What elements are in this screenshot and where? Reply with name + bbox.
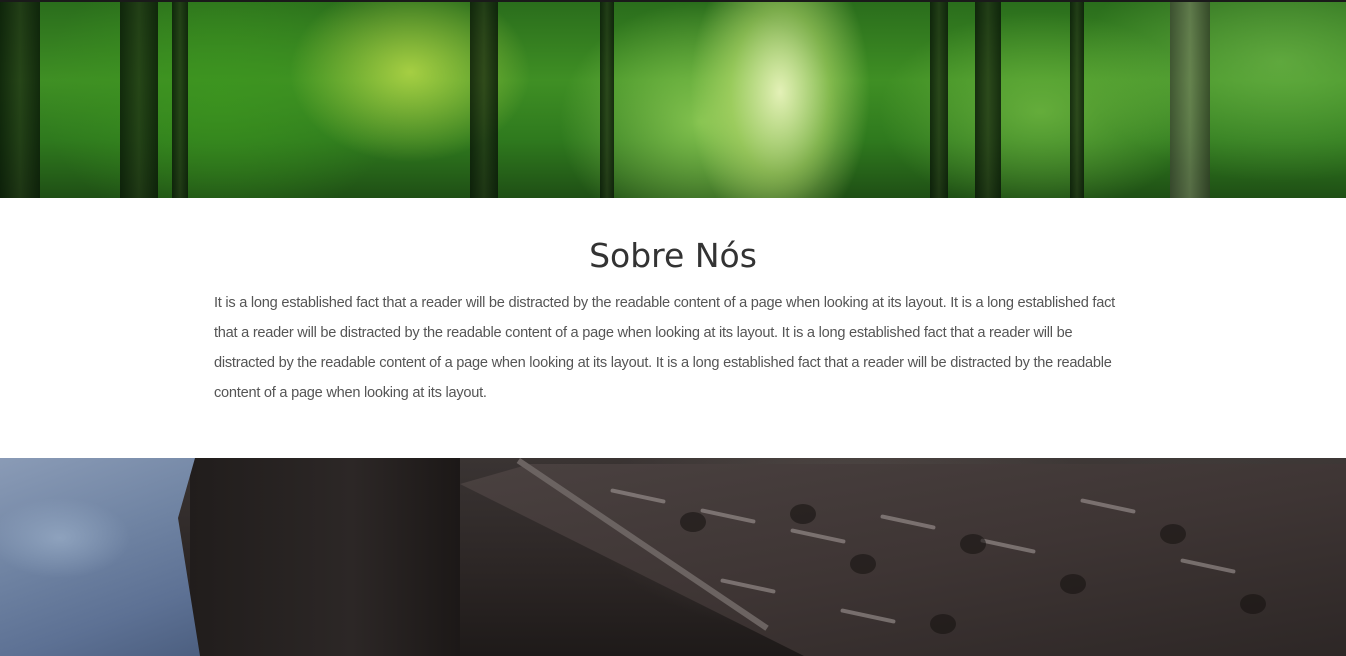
plate-dimple	[930, 614, 956, 634]
tree-trunk	[172, 2, 188, 198]
tree-trunk	[120, 2, 158, 198]
about-title: Sobre Nós	[589, 236, 757, 275]
page: Sobre Nós It is a long established fact …	[0, 0, 1346, 656]
plate-stud	[840, 608, 896, 624]
plate-stud	[1080, 498, 1136, 514]
jeans-leg	[0, 458, 200, 656]
tree-trunk	[975, 2, 1001, 198]
steel-plate	[460, 464, 1346, 656]
plate-dimple	[1240, 594, 1266, 614]
plate-dimple	[680, 512, 706, 532]
tree-trunk	[470, 2, 498, 198]
plate-stud	[980, 538, 1036, 554]
tree-trunk	[1170, 2, 1210, 198]
tree-trunk	[1070, 2, 1084, 198]
bottom-banner-image	[0, 458, 1346, 656]
plate-stud	[1180, 558, 1236, 574]
plate-stud	[790, 528, 846, 544]
tree-trunk	[600, 2, 614, 198]
about-section: Sobre Nós It is a long established fact …	[0, 198, 1346, 458]
plate-dimple	[850, 554, 876, 574]
plate-stud	[610, 488, 666, 504]
tree-trunk	[0, 2, 40, 198]
plate-stud	[880, 514, 936, 530]
forest-banner-image	[0, 2, 1346, 198]
shadow-area	[190, 458, 460, 656]
plate-dimple	[960, 534, 986, 554]
tree-trunk	[930, 2, 948, 198]
plate-stud	[720, 578, 776, 594]
plate-dimple	[1060, 574, 1086, 594]
plate-dimple	[1160, 524, 1186, 544]
plate-dimple	[790, 504, 816, 524]
about-body-text: It is a long established fact that a rea…	[214, 295, 1115, 401]
plate-stud	[700, 508, 756, 524]
